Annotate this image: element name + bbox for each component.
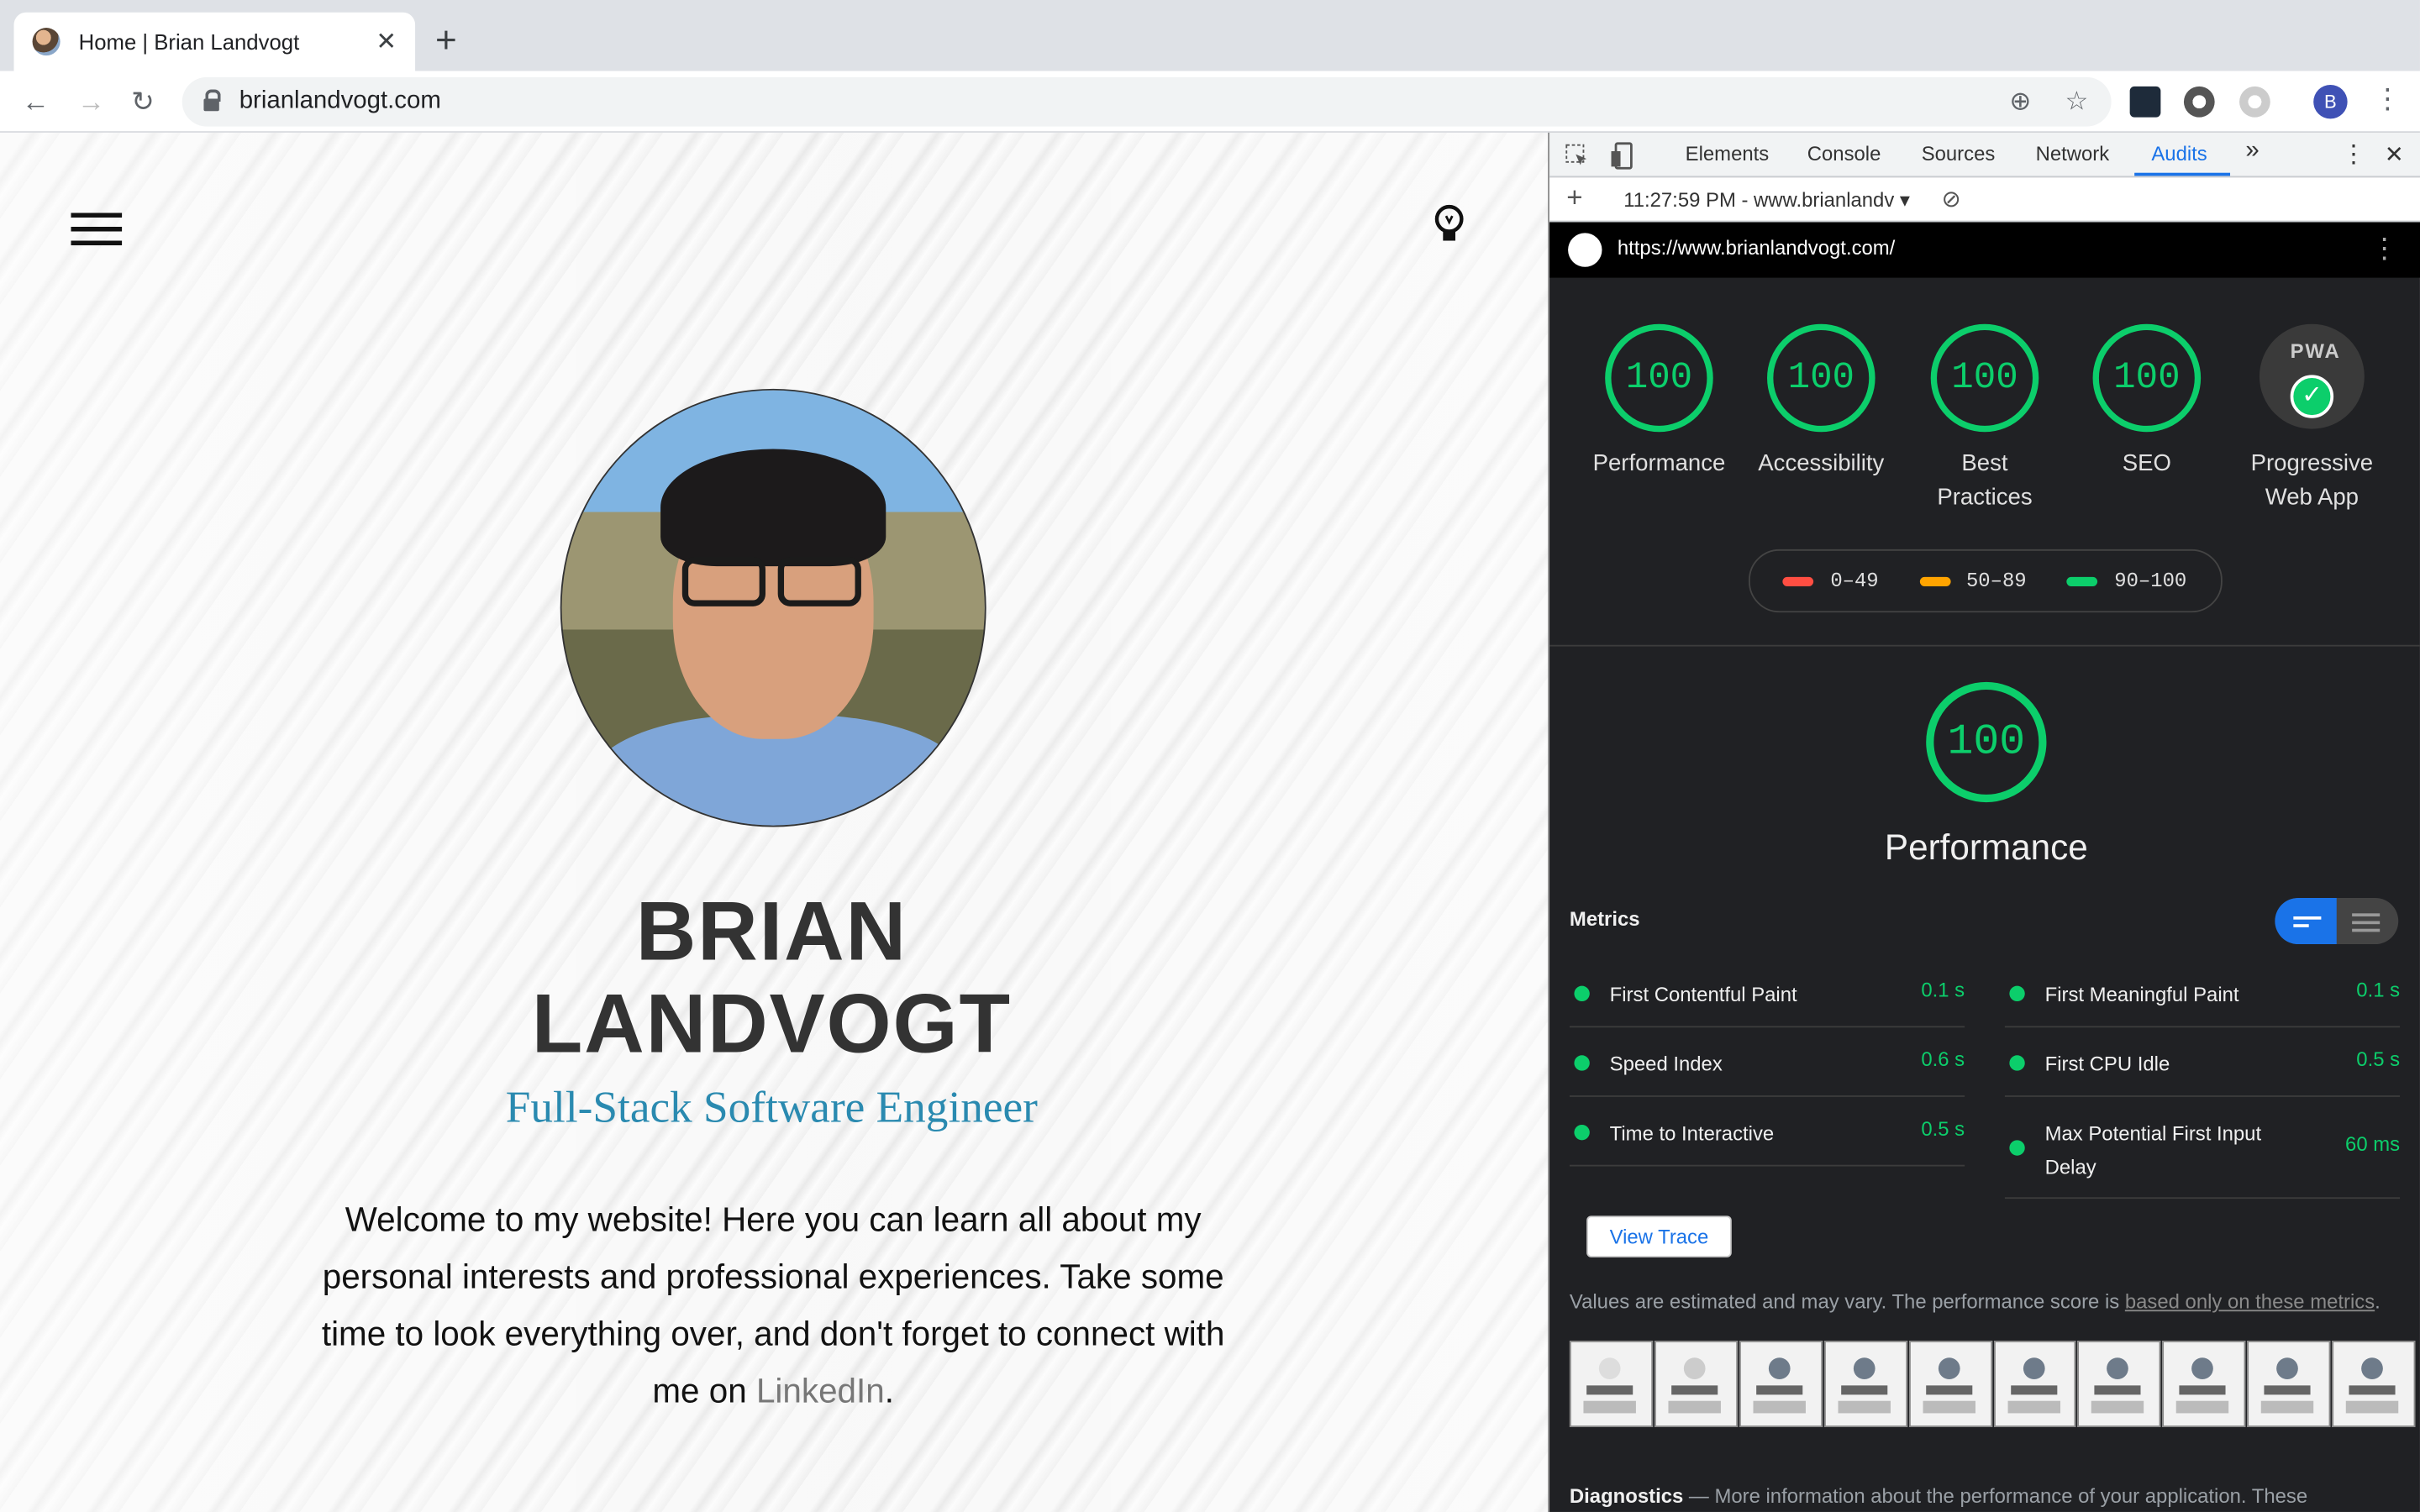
welcome-text: Welcome to my website! Here you can lear… (321, 1200, 1225, 1410)
pass-dot-icon (2009, 1140, 2025, 1156)
new-tab-button[interactable]: + (435, 18, 457, 65)
legend-fail-swatch (1782, 576, 1814, 586)
bookmark-star-icon[interactable]: ☆ (2065, 87, 2089, 118)
pass-dot-icon (2009, 1055, 2025, 1071)
gauge-label: SEO (2122, 450, 2171, 477)
back-icon[interactable]: ← (22, 83, 50, 120)
tab-network[interactable]: Network (2036, 142, 2110, 165)
lightbulb-icon[interactable] (1432, 203, 1465, 246)
gauge-label: Best Practices (1937, 450, 2033, 511)
pass-dot-icon (1574, 1124, 1590, 1141)
metric-row: First CPU Idle 0.5 s (2004, 1027, 2401, 1097)
browser-toolbar: ← → ↻ brianlandvogt.com ⊕ ☆ B ⋮ (0, 71, 2420, 133)
pwa-badge[interactable]: PWA ✓ (2259, 323, 2365, 429)
filmstrip-frame (1569, 1341, 1653, 1427)
legend-pass-swatch (2066, 576, 2098, 586)
score-legend: 0–49 50–89 90–100 (1748, 549, 2223, 613)
report-url-bar: https://www.brianlandvogt.com/ ⋮ (1549, 222, 2420, 278)
view-trace-button[interactable]: View Trace (1586, 1215, 1732, 1257)
tab-console[interactable]: Console (1807, 142, 1881, 165)
browser-menu-icon[interactable]: ⋮ (2374, 83, 2402, 116)
devtools-tab-bar: Elements Console Sources Network Audits … (1549, 132, 2420, 178)
performance-gauge[interactable]: 100 (1605, 323, 1713, 433)
gauge-label: Accessibility (1758, 450, 1885, 477)
lighthouse-logo-icon (1568, 233, 1602, 267)
metric-row: Time to Interactive 0.5 s (1569, 1097, 1965, 1167)
favicon-icon (32, 28, 60, 56)
tab-elements[interactable]: Elements (1686, 142, 1770, 165)
close-devtools-icon[interactable]: ✕ (2385, 140, 2404, 168)
web-page: BRIAN LANDVOGT Full-Stack Software Engin… (0, 132, 1549, 1512)
report-menu-icon[interactable]: ⋮ (2370, 233, 2398, 265)
device-toolbar-icon[interactable] (1610, 142, 1634, 170)
extension-icon-2[interactable] (2239, 86, 2270, 118)
performance-title: Performance (1884, 827, 2088, 868)
pwa-text: PWA (2290, 339, 2341, 363)
pass-dot-icon (1574, 1055, 1590, 1071)
metric-row: First Meaningful Paint 0.1 s (2004, 958, 2401, 1028)
audits-toolbar: + 11:27:59 PM - www.brianlandv ▾ ⊘ (1549, 177, 2420, 223)
lock-icon (203, 89, 221, 112)
pwa-label: Progressive Web App (2250, 450, 2374, 511)
more-tabs-icon[interactable]: » (2245, 137, 2259, 165)
report-url: https://www.brianlandvogt.com/ (1617, 236, 1896, 260)
estimate-note: Values are estimated and may vary. The p… (1569, 1289, 2381, 1314)
filmstrip (1569, 1341, 2416, 1427)
browser-tab-strip: Home | Brian Landvogt ✕ + (0, 0, 2420, 71)
seo-gauge[interactable]: 100 (2092, 323, 2202, 433)
tab-title: Home | Brian Landvogt (78, 29, 300, 55)
clear-icon[interactable]: ⊘ (1942, 185, 1961, 213)
new-audit-icon[interactable]: + (1566, 182, 1582, 215)
metric-row: First Contentful Paint 0.1 s (1569, 958, 1965, 1028)
metrics-view-toggle[interactable] (2275, 897, 2399, 945)
metrics-heading: Metrics (1569, 906, 1640, 931)
tab-audits[interactable]: Audits (2151, 142, 2207, 165)
divider (1549, 644, 2420, 647)
devtools-menu-icon[interactable]: ⋮ (2341, 139, 2365, 170)
active-tab-indicator (2134, 172, 2231, 176)
hamburger-menu-icon[interactable] (71, 213, 123, 246)
filmstrip-frame (1739, 1341, 1823, 1427)
inspect-element-icon[interactable] (1565, 144, 1589, 168)
pass-dot-icon (1574, 985, 1590, 1002)
gauge-label: Performance (1592, 450, 1726, 477)
browser-tab[interactable]: Home | Brian Landvogt ✕ (13, 12, 416, 71)
extension-icon[interactable] (2183, 86, 2215, 118)
filmstrip-frame (2247, 1341, 2331, 1427)
check-icon: ✓ (2290, 375, 2334, 418)
filmstrip-frame (1823, 1341, 1907, 1427)
add-icon[interactable]: ⊕ (2009, 87, 2031, 118)
accessibility-gauge[interactable]: 100 (1767, 323, 1876, 433)
reload-icon[interactable]: ↻ (131, 83, 155, 120)
legend-average-swatch (1919, 576, 1951, 586)
pass-dot-icon (2009, 985, 2025, 1002)
metric-row: Max Potential First Input Delay 60 ms (2004, 1097, 2401, 1200)
filmstrip-frame (1993, 1341, 2077, 1427)
best-practices-gauge[interactable]: 100 (1930, 323, 2039, 433)
forward-icon[interactable]: → (77, 83, 105, 120)
filmstrip-frame (1654, 1341, 1738, 1427)
site-role: Full-Stack Software Engineer (505, 1083, 1038, 1133)
address-bar[interactable]: brianlandvogt.com ⊕ ☆ (182, 76, 2112, 127)
metric-row: Speed Index 0.6 s (1569, 1027, 1965, 1097)
filmstrip-frame (1908, 1341, 1992, 1427)
linkedin-link[interactable]: LinkedIn (756, 1372, 885, 1410)
metrics-link[interactable]: based only on these metrics (2125, 1289, 2375, 1313)
filmstrip-frame (2078, 1341, 2162, 1427)
profile-photo (560, 388, 986, 827)
filmstrip-frame (2332, 1341, 2416, 1427)
site-name: BRIAN LANDVOGT (531, 885, 1012, 1071)
compact-view-button[interactable] (2275, 897, 2337, 945)
performance-score-gauge: 100 (1926, 681, 2047, 803)
report-selector[interactable]: 11:27:59 PM - www.brianlandv ▾ (1623, 188, 1910, 213)
close-tab-icon[interactable]: ✕ (376, 26, 397, 57)
profile-avatar[interactable]: B (2313, 85, 2348, 119)
react-extension-icon[interactable] (2129, 86, 2161, 118)
tab-sources[interactable]: Sources (1922, 142, 1996, 165)
diagnostics-section: Diagnostics — More information about the… (1569, 1483, 2308, 1508)
url-text: brianlandvogt.com (239, 87, 441, 114)
filmstrip-frame (2162, 1341, 2246, 1427)
devtools-panel: Elements Console Sources Network Audits … (1548, 132, 2420, 1512)
